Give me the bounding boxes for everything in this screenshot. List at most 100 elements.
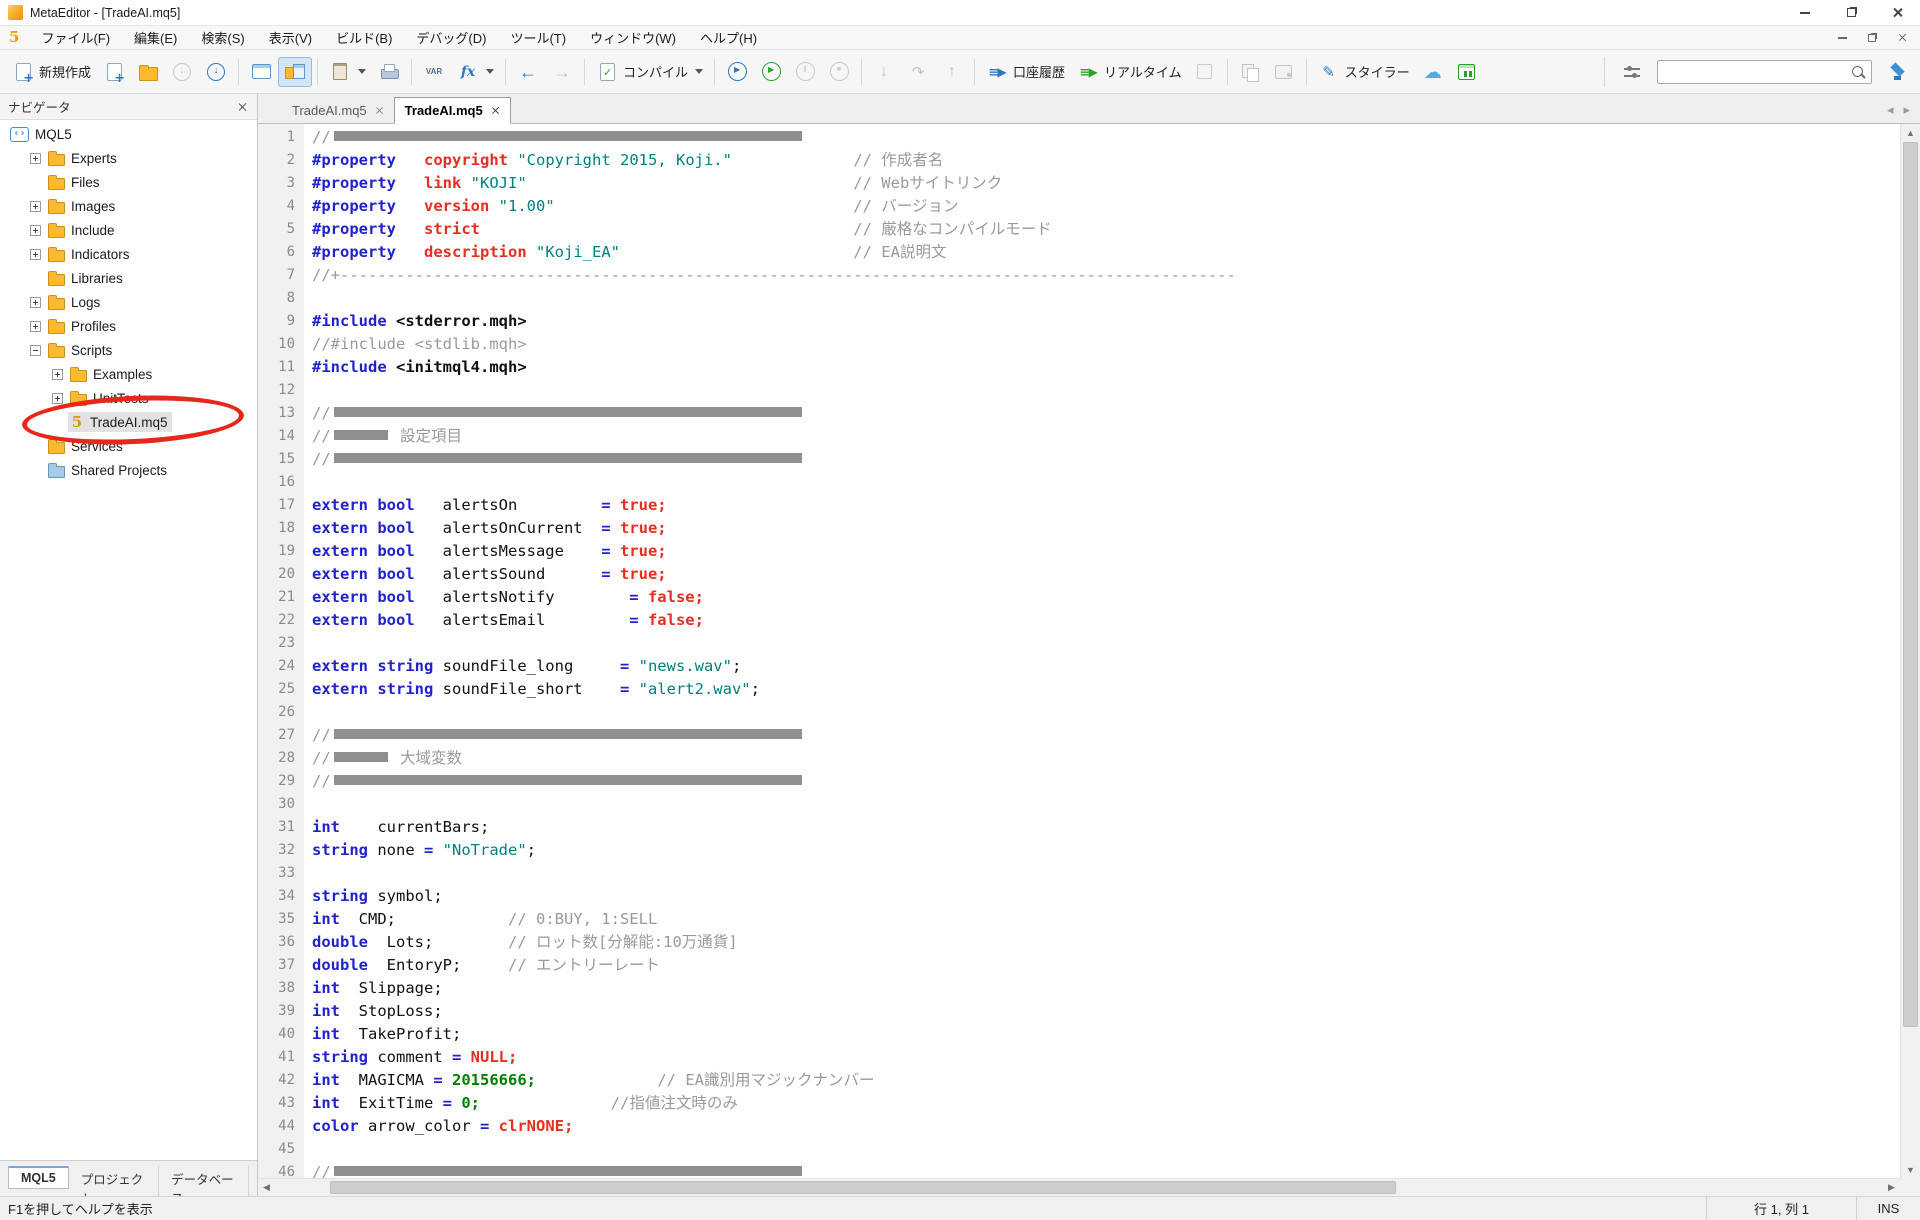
tree-item-images[interactable]: Images — [0, 194, 257, 218]
code-line-16[interactable]: 16 — [258, 471, 1900, 494]
code-line-37[interactable]: 37double EntoryP; // エントリーレート — [258, 954, 1900, 977]
open-folder-button[interactable] — [131, 57, 165, 87]
cloud-button[interactable] — [1416, 57, 1450, 87]
tree-item-indicators[interactable]: Indicators — [0, 242, 257, 266]
code-line-45[interactable]: 45 — [258, 1138, 1900, 1161]
menu-item-file[interactable]: ファイル(F) — [29, 26, 122, 49]
code-line-41[interactable]: 41string comment = NULL; — [258, 1046, 1900, 1069]
code-line-18[interactable]: 18extern bool alertsOnCurrent = true; — [258, 517, 1900, 540]
code-line-35[interactable]: 35int CMD; // 0:BUY, 1:SELL — [258, 908, 1900, 931]
document-close-button[interactable] — [1894, 30, 1910, 46]
code-line-42[interactable]: 42int MAGICMA = 20156666; // EA識別用マジックナン… — [258, 1069, 1900, 1092]
back-button[interactable] — [511, 57, 545, 87]
code-line-17[interactable]: 17extern bool alertsOn = true; — [258, 494, 1900, 517]
code-line-5[interactable]: 5#property strict // 厳格なコンパイルモード — [258, 218, 1900, 241]
realtime-button[interactable]: リアルタイム — [1071, 57, 1188, 87]
code-editor[interactable]: 1//2#property copyright "Copyright 2015,… — [258, 124, 1900, 1178]
code-line-33[interactable]: 33 — [258, 862, 1900, 885]
forward-button[interactable] — [545, 57, 579, 87]
code-line-32[interactable]: 32string none = "NoTrade"; — [258, 839, 1900, 862]
tree-item-tradeai-mq5[interactable]: TradeAI.mq5 — [0, 410, 257, 434]
sync-button[interactable] — [165, 57, 199, 87]
scroll-right-icon[interactable]: ▶ — [1883, 1179, 1900, 1196]
code-line-10[interactable]: 10//#include <stdlib.mqh> — [258, 333, 1900, 356]
expand-icon[interactable] — [30, 249, 41, 260]
search-input[interactable] — [1662, 65, 1849, 79]
tree-item-unittests[interactable]: UnitTests — [0, 386, 257, 410]
window-close-button[interactable] — [1874, 0, 1920, 25]
window-minimize-button[interactable] — [1782, 0, 1828, 25]
code-line-34[interactable]: 34string symbol; — [258, 885, 1900, 908]
code-line-27[interactable]: 27// — [258, 724, 1900, 747]
code-line-29[interactable]: 29// — [258, 770, 1900, 793]
print-button[interactable] — [372, 57, 406, 87]
scroll-up-icon[interactable]: ▲ — [1901, 124, 1920, 141]
code-line-7[interactable]: 7//+------------------------------------… — [258, 264, 1900, 287]
code-line-44[interactable]: 44color arrow_color = clrNONE; — [258, 1115, 1900, 1138]
copy-button[interactable] — [1233, 57, 1267, 87]
code-line-26[interactable]: 26 — [258, 701, 1900, 724]
code-line-20[interactable]: 20extern bool alertsSound = true; — [258, 563, 1900, 586]
tree-item-files[interactable]: Files — [0, 170, 257, 194]
code-line-13[interactable]: 13// — [258, 402, 1900, 425]
code-line-40[interactable]: 40int TakeProfit; — [258, 1023, 1900, 1046]
expand-icon[interactable] — [30, 321, 41, 332]
tab-close-icon[interactable] — [375, 106, 384, 115]
styler-button[interactable]: スタイラー — [1312, 57, 1416, 87]
dropdown-arrow-icon[interactable] — [486, 69, 494, 74]
expand-icon[interactable] — [30, 225, 41, 236]
collapse-icon[interactable] — [30, 345, 41, 356]
tree-item-libraries[interactable]: Libraries — [0, 266, 257, 290]
download-button[interactable] — [199, 57, 233, 87]
paste-button[interactable] — [323, 57, 372, 87]
tree-item-services[interactable]: Services — [0, 434, 257, 458]
vertical-scroll-thumb[interactable] — [1903, 142, 1918, 1027]
code-line-6[interactable]: 6#property description "Koji_EA" // EA説明… — [258, 241, 1900, 264]
code-line-43[interactable]: 43int ExitTime = 0; //指値注文時のみ — [258, 1092, 1900, 1115]
tree-item-profiles[interactable]: Profiles — [0, 314, 257, 338]
new-doc-alt-button[interactable] — [97, 57, 131, 87]
document-restore-button[interactable] — [1864, 30, 1880, 46]
tree-item-mql5[interactable]: MQL5 — [0, 122, 257, 146]
tree-item-scripts[interactable]: Scripts — [0, 338, 257, 362]
document-minimize-button[interactable] — [1834, 30, 1850, 46]
search-icon[interactable] — [1849, 63, 1867, 81]
expand-icon[interactable] — [30, 297, 41, 308]
compile-button[interactable]: コンパイル — [590, 57, 709, 87]
fx-button[interactable] — [451, 57, 500, 87]
dropdown-arrow-icon[interactable] — [358, 69, 366, 74]
tab-close-icon[interactable] — [491, 106, 500, 115]
step-over-button[interactable] — [901, 57, 935, 87]
tree-item-examples[interactable]: Examples — [0, 362, 257, 386]
code-line-25[interactable]: 25extern string soundFile_short = "alert… — [258, 678, 1900, 701]
menu-item-help[interactable]: ヘルプ(H) — [688, 26, 769, 49]
code-line-15[interactable]: 15// — [258, 448, 1900, 471]
code-line-39[interactable]: 39int StopLoss; — [258, 1000, 1900, 1023]
education-button[interactable] — [1880, 57, 1914, 87]
debug-start-button[interactable] — [720, 57, 754, 87]
account-history-button[interactable]: 口座履歴 — [980, 57, 1071, 87]
code-line-31[interactable]: 31int currentBars; — [258, 816, 1900, 839]
expand-icon[interactable] — [52, 393, 63, 404]
menu-item-debug[interactable]: デバッグ(D) — [404, 26, 498, 49]
code-line-9[interactable]: 9#include <stderror.mqh> — [258, 310, 1900, 333]
code-line-2[interactable]: 2#property copyright "Copyright 2015, Ko… — [258, 149, 1900, 172]
code-line-14[interactable]: 14// 設定項目 — [258, 425, 1900, 448]
code-line-12[interactable]: 12 — [258, 379, 1900, 402]
snippet-button[interactable] — [1267, 57, 1301, 87]
settings-button[interactable] — [1615, 57, 1649, 87]
expand-icon[interactable] — [52, 369, 63, 380]
code-line-21[interactable]: 21extern bool alertsNotify = false; — [258, 586, 1900, 609]
menu-item-search[interactable]: 検索(S) — [189, 26, 256, 49]
editor-tab-1[interactable]: TradeAI.mq5 — [394, 97, 511, 124]
step-out-button[interactable] — [935, 57, 969, 87]
navigator-tab-0[interactable]: MQL5 — [8, 1166, 69, 1189]
code-line-1[interactable]: 1// — [258, 126, 1900, 149]
horizontal-scroll-thumb[interactable] — [330, 1181, 1396, 1194]
code-line-3[interactable]: 3#property link "KOJI" // Webサイトリンク — [258, 172, 1900, 195]
tree-item-shared-projects[interactable]: Shared Projects — [0, 458, 257, 482]
code-line-46[interactable]: 46// — [258, 1161, 1900, 1178]
code-line-36[interactable]: 36double Lots; // ロット数[分解能:10万通貨] — [258, 931, 1900, 954]
horizontal-scrollbar[interactable]: ◀ ▶ — [258, 1178, 1900, 1196]
editor-tab-0[interactable]: TradeAI.mq5 — [282, 98, 394, 123]
